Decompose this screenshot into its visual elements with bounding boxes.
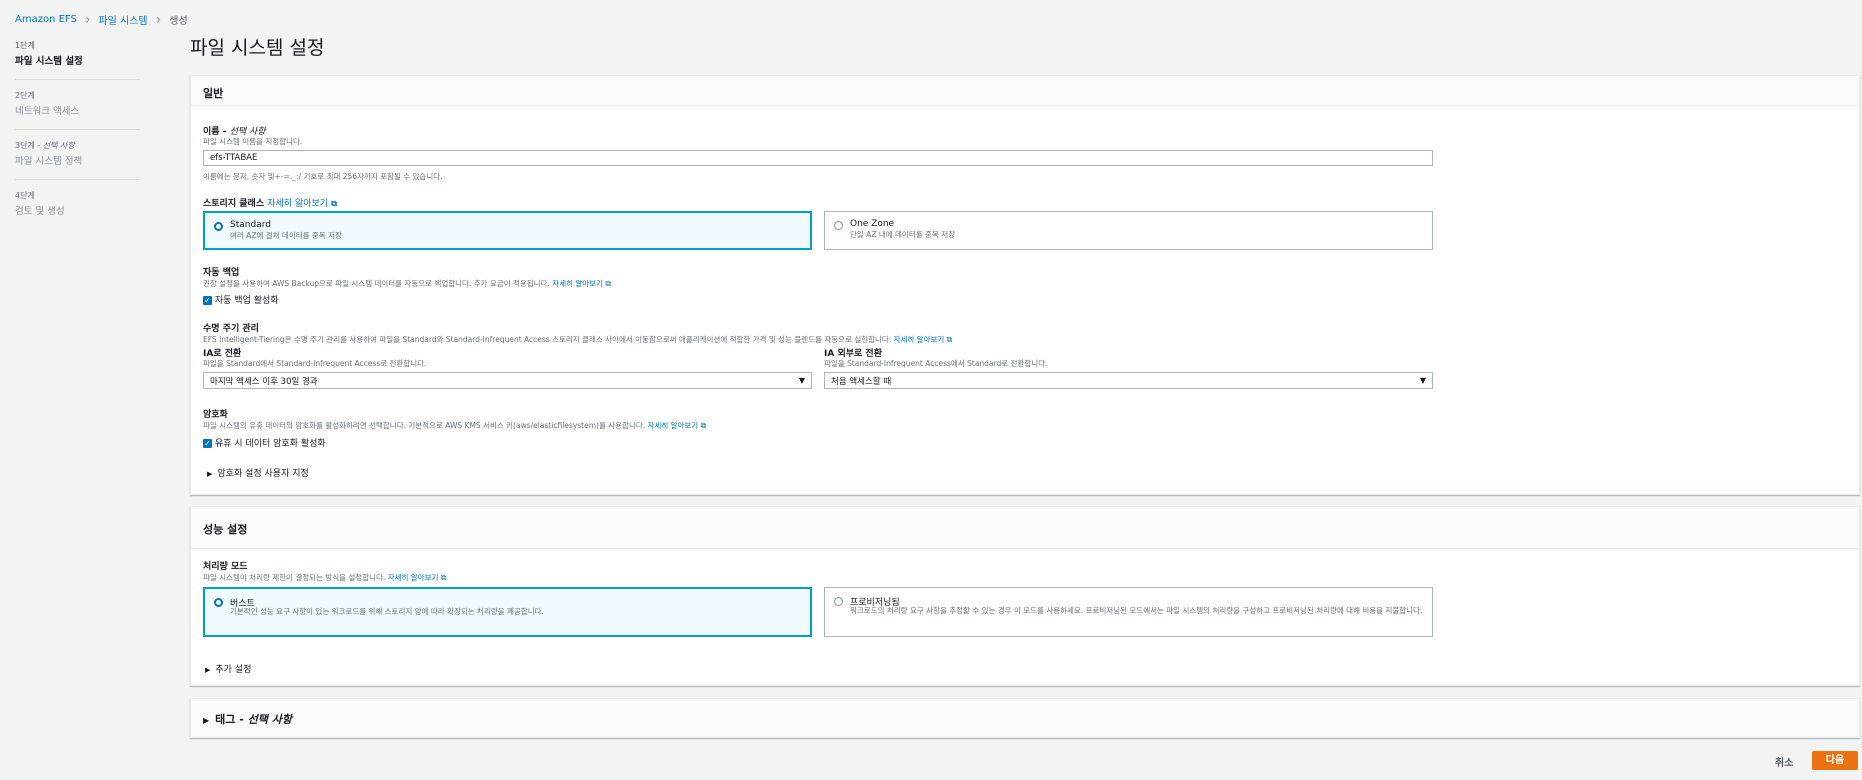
storage-standard-tile[interactable]: Standard 여러 AZ에 걸쳐 데이터를 중복 저장 xyxy=(203,211,812,250)
external-link-icon: ⧉ xyxy=(440,573,447,582)
learn-more-link[interactable]: 자세히 알아보기 xyxy=(388,573,439,582)
tags-expander[interactable]: ▶ 태그 - 선택 사항 xyxy=(203,711,292,727)
step-number: 1단계 xyxy=(15,41,35,50)
tile-description: 여러 AZ에 걸쳐 데이터를 중복 저장 xyxy=(230,231,342,240)
lifecycle-description: EFS Intelligent-Tiering은 수명 주기 관리를 사용하여 … xyxy=(203,335,953,344)
step-name: 검토 및 생성 xyxy=(15,206,65,217)
ia-transition-description: 파일을 Standard에서 Standard-Infrequent Acces… xyxy=(203,359,427,368)
name-description: 파일 시스템 이름을 지정합니다. xyxy=(203,137,303,146)
tile-description: 워크로드의 처리량 요구 사항을 추정할 수 있는 경우 이 모드를 사용하세요… xyxy=(850,606,1423,615)
backup-description: 권장 설정을 사용하여 AWS Backup으로 파일 시스템 데이터를 자동으… xyxy=(203,279,612,288)
storage-class-label: 스토리지 클래스 자세히 알아보기 ⧉ xyxy=(203,199,337,209)
throughput-label: 처리량 모드 xyxy=(203,562,248,572)
backup-label: 자동 백업 xyxy=(203,268,240,278)
wizard-steps: 1단계 파일 시스템 설정 2단계 네트워크 액세스 3단계 - 선택 사항 파… xyxy=(15,40,140,239)
radio-unselected-icon[interactable] xyxy=(834,221,843,230)
step-2[interactable]: 2단계 네트워크 액세스 xyxy=(15,90,140,130)
external-link-icon: ⧉ xyxy=(700,421,707,430)
learn-more-link[interactable]: 자세히 알아보기 xyxy=(552,279,603,288)
breadcrumb-create: 생성 xyxy=(169,16,188,27)
step-name: 파일 시스템 설정 xyxy=(15,56,83,67)
general-panel: 일반 이름 - 선택 사항 파일 시스템 이름을 지정합니다. efs-TTAB… xyxy=(190,75,1860,495)
additional-settings-expander[interactable]: ▶ 추가 설정 xyxy=(205,662,251,675)
step-name: 네트워크 액세스 xyxy=(15,106,80,117)
external-link-icon: ⧉ xyxy=(331,199,337,208)
tile-title: Standard xyxy=(230,220,271,230)
tags-panel[interactable]: ▶ 태그 - 선택 사항 xyxy=(190,698,1860,738)
checkbox-label: 자동 백업 활성화 xyxy=(214,296,279,306)
name-hint: 이름에는 문자, 숫자 및+-=._:/ 기호로 최대 256자까지 포함될 수… xyxy=(203,172,443,181)
checkbox-checked-icon[interactable]: ✓ xyxy=(203,439,212,448)
breadcrumb-amazon-efs[interactable]: Amazon EFS xyxy=(15,14,77,25)
encryption-description: 파일 시스템의 유휴 데이터의 암호화를 활성화하려면 선택합니다. 기본적으로… xyxy=(203,421,707,430)
chevron-right-icon: › xyxy=(155,11,162,28)
performance-panel: 성능 설정 처리량 모드 파일 시스템이 처리량 제한이 결정되는 방식을 설정… xyxy=(190,506,1860,686)
step-4[interactable]: 4단계 검토 및 생성 xyxy=(15,190,140,229)
tile-title: One Zone xyxy=(850,219,895,229)
radio-unselected-icon[interactable] xyxy=(834,597,843,606)
caret-right-icon: ▶ xyxy=(207,470,213,478)
encryption-customize-expander[interactable]: ▶ 암호화 설정 사용자 지정 xyxy=(207,466,309,479)
ia-transition-select[interactable]: 마지막 액세스 이후 30일 경과 ▼ xyxy=(203,372,812,389)
panel-header: 성능 설정 xyxy=(191,507,1859,549)
step-1: 1단계 파일 시스템 설정 xyxy=(15,40,140,80)
step-number: 2단계 xyxy=(15,91,35,100)
select-value: 마지막 액세스 이후 30일 경과 xyxy=(210,377,318,387)
checkbox-checked-icon[interactable]: ✓ xyxy=(203,296,212,305)
next-button[interactable]: 다음 xyxy=(1812,751,1858,770)
throughput-provisioned-tile[interactable]: 프로비저닝됨 워크로드의 처리량 요구 사항을 추정할 수 있는 경우 이 모드… xyxy=(824,587,1433,637)
select-value: 처음 액세스할 때 xyxy=(831,377,892,387)
name-input[interactable]: efs-TTABAE xyxy=(203,150,1433,166)
step-3[interactable]: 3단계 - 선택 사항 파일 시스템 정책 xyxy=(15,140,140,180)
lifecycle-label: 수명 주기 관리 xyxy=(203,324,259,334)
caret-down-icon: ▼ xyxy=(798,376,805,385)
page-title: 파일 시스템 설정 xyxy=(190,37,325,59)
breadcrumb-file-systems[interactable]: 파일 시스템 xyxy=(98,12,147,27)
tile-description: 기본적인 성능 요구 사항이 있는 워크로드를 위해 스토리지 양에 따라 확장… xyxy=(230,607,544,616)
learn-more-link[interactable]: 자세히 알아보기 xyxy=(648,421,699,430)
tile-description: 단일 AZ 내에 데이터를 중복 저장 xyxy=(850,230,955,239)
step-number: 3단계 - 선택 사항 xyxy=(15,141,75,150)
out-of-ia-description: 파일을 Standard-Infrequent Access에서 Standar… xyxy=(824,359,1048,368)
caret-down-icon: ▼ xyxy=(1419,376,1426,385)
radio-selected-icon[interactable] xyxy=(214,222,223,231)
caret-right-icon: ▶ xyxy=(203,716,210,725)
encryption-checkbox-row[interactable]: ✓ 유휴 시 데이터 암호화 활성화 xyxy=(203,436,326,449)
throughput-burst-tile[interactable]: 버스트 기본적인 성능 요구 사항이 있는 워크로드를 위해 스토리지 양에 따… xyxy=(203,587,812,637)
checkbox-label: 유휴 시 데이터 암호화 활성화 xyxy=(214,439,326,449)
breadcrumb: Amazon EFS › 파일 시스템 › 생성 xyxy=(15,11,188,28)
external-link-icon: ⧉ xyxy=(946,335,953,344)
learn-more-link[interactable]: 자세히 알아보기 xyxy=(267,199,328,209)
step-number: 4단계 xyxy=(15,191,35,200)
encryption-label: 암호화 xyxy=(203,410,228,420)
throughput-description: 파일 시스템이 처리량 제한이 결정되는 방식을 설정합니다. 자세히 알아보기… xyxy=(203,573,447,582)
panel-header: 일반 xyxy=(191,76,1859,106)
step-name: 파일 시스템 정책 xyxy=(15,156,83,167)
external-link-icon: ⧉ xyxy=(605,279,612,288)
storage-onezone-tile[interactable]: One Zone 단일 AZ 내에 데이터를 중복 저장 xyxy=(824,211,1433,250)
chevron-right-icon: › xyxy=(84,11,91,28)
cancel-button[interactable]: 취소 xyxy=(1775,754,1793,769)
learn-more-link[interactable]: 자세히 알아보기 xyxy=(894,335,945,344)
caret-right-icon: ▶ xyxy=(205,666,211,674)
backup-checkbox-row[interactable]: ✓ 자동 백업 활성화 xyxy=(203,293,279,306)
radio-selected-icon[interactable] xyxy=(214,598,223,607)
out-of-ia-select[interactable]: 처음 액세스할 때 ▼ xyxy=(824,372,1433,389)
